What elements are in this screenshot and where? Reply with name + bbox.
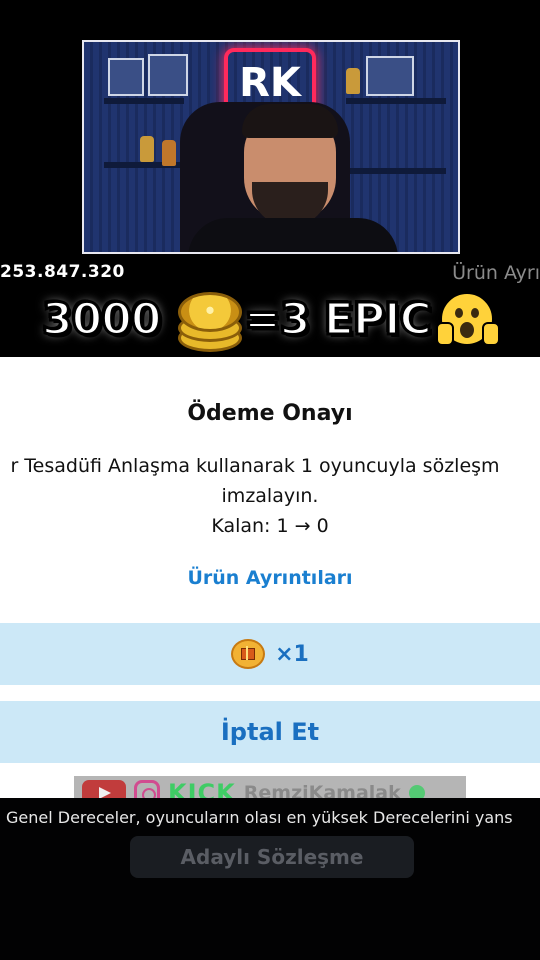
streamer-hair: [242, 104, 338, 138]
bottom-panel: Genel Dereceler, oyuncuların olası en yü…: [0, 798, 540, 960]
product-details-link[interactable]: Ürün Ayrıntıları: [0, 567, 540, 589]
dialog-message: r Tesadüfi Anlaşma kullanarak 1 oyuncuyl…: [0, 451, 540, 541]
ratings-info-text: Genel Dereceler, oyuncuların olası en yü…: [6, 808, 513, 827]
banner-equals-text: =3 EPIC: [243, 293, 434, 347]
shelf: [346, 98, 446, 104]
promo-banner: 3000 =3 EPIC: [0, 288, 540, 354]
gift-token-icon: [231, 639, 266, 669]
price-label: ×1: [275, 641, 309, 667]
dialog-message-line2: imzalayın.: [221, 485, 319, 507]
trophy-icon: [140, 136, 154, 162]
payment-confirmation-dialog: Ödeme Onayı r Tesadüfi Anlaşma kullanara…: [0, 357, 540, 798]
award-plaque: [148, 54, 188, 96]
viewer-count: 253.847.320: [0, 262, 125, 282]
award-plaque: [108, 58, 144, 96]
coin-stack-icon: [178, 292, 242, 352]
emoji-eye: [455, 308, 463, 318]
shocked-face-icon: [436, 292, 500, 346]
banner-amount: 3000: [40, 293, 162, 347]
nominee-contract-button[interactable]: Adaylı Sözleşme: [130, 836, 414, 878]
trophy-icon: [162, 140, 176, 166]
shelf: [346, 168, 446, 174]
dialog-title: Ödeme Onayı: [187, 401, 353, 426]
cancel-button[interactable]: İptal Et: [0, 701, 540, 763]
dialog-message-line1: r Tesadüfi Anlaşma kullanarak 1 oyuncuyl…: [10, 455, 500, 477]
emoji-mouth: [460, 322, 474, 338]
background-text: Ürün Ayrı: [452, 262, 540, 284]
emoji-eye: [471, 308, 479, 318]
shelf: [104, 98, 184, 104]
cancel-label: İptal Et: [220, 718, 320, 746]
figurine-icon: [346, 68, 360, 94]
webcam-overlay: RK: [82, 40, 460, 254]
streamer-body: [188, 218, 398, 252]
nominee-contract-label: Adaylı Sözleşme: [180, 845, 364, 869]
emoji-hand: [482, 322, 500, 346]
photo-frame: [366, 56, 414, 96]
coin: [178, 292, 242, 332]
emoji-hand: [436, 322, 454, 346]
confirm-purchase-button[interactable]: ×1: [0, 623, 540, 685]
remaining-count: Kalan: 1 → 0: [211, 515, 329, 537]
